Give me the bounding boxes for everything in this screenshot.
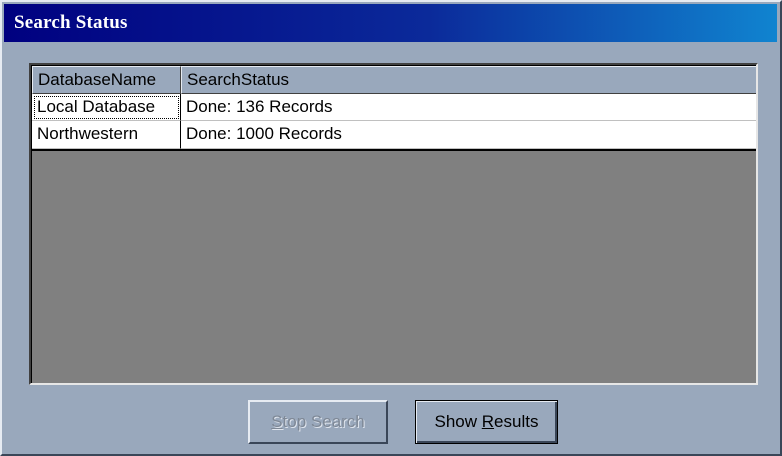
title-bar[interactable]: Search Status	[4, 4, 777, 42]
cell-search-status[interactable]: Done: 136 Records	[181, 94, 756, 121]
show-results-button[interactable]: Show Results	[415, 400, 558, 444]
cell-database-name[interactable]: Local Database	[32, 94, 181, 121]
column-header-searchstatus[interactable]: SearchStatus	[181, 66, 756, 94]
cell-search-status[interactable]: Done: 1000 Records	[181, 121, 756, 149]
show-results-label-suffix: esults	[494, 412, 539, 431]
table-row[interactable]: Local Database Done: 136 Records	[32, 94, 756, 121]
window-title: Search Status	[14, 12, 128, 33]
stop-search-button[interactable]: Stop Search	[248, 400, 388, 444]
search-status-window: Search Status DatabaseName SearchStatus …	[0, 0, 782, 456]
stop-search-label-suffix: top Search	[282, 412, 365, 431]
stop-search-mnemonic: S	[271, 412, 283, 431]
column-header-databasename[interactable]: DatabaseName	[32, 66, 181, 94]
table-row[interactable]: Northwestern Done: 1000 Records	[32, 121, 756, 151]
show-results-mnemonic: R	[481, 412, 495, 431]
cell-database-name[interactable]: Northwestern	[32, 121, 181, 149]
show-results-label-prefix: Show	[434, 412, 482, 431]
grid-header-row: DatabaseName SearchStatus	[32, 66, 756, 94]
search-status-grid[interactable]: DatabaseName SearchStatus Local Database…	[29, 63, 758, 385]
